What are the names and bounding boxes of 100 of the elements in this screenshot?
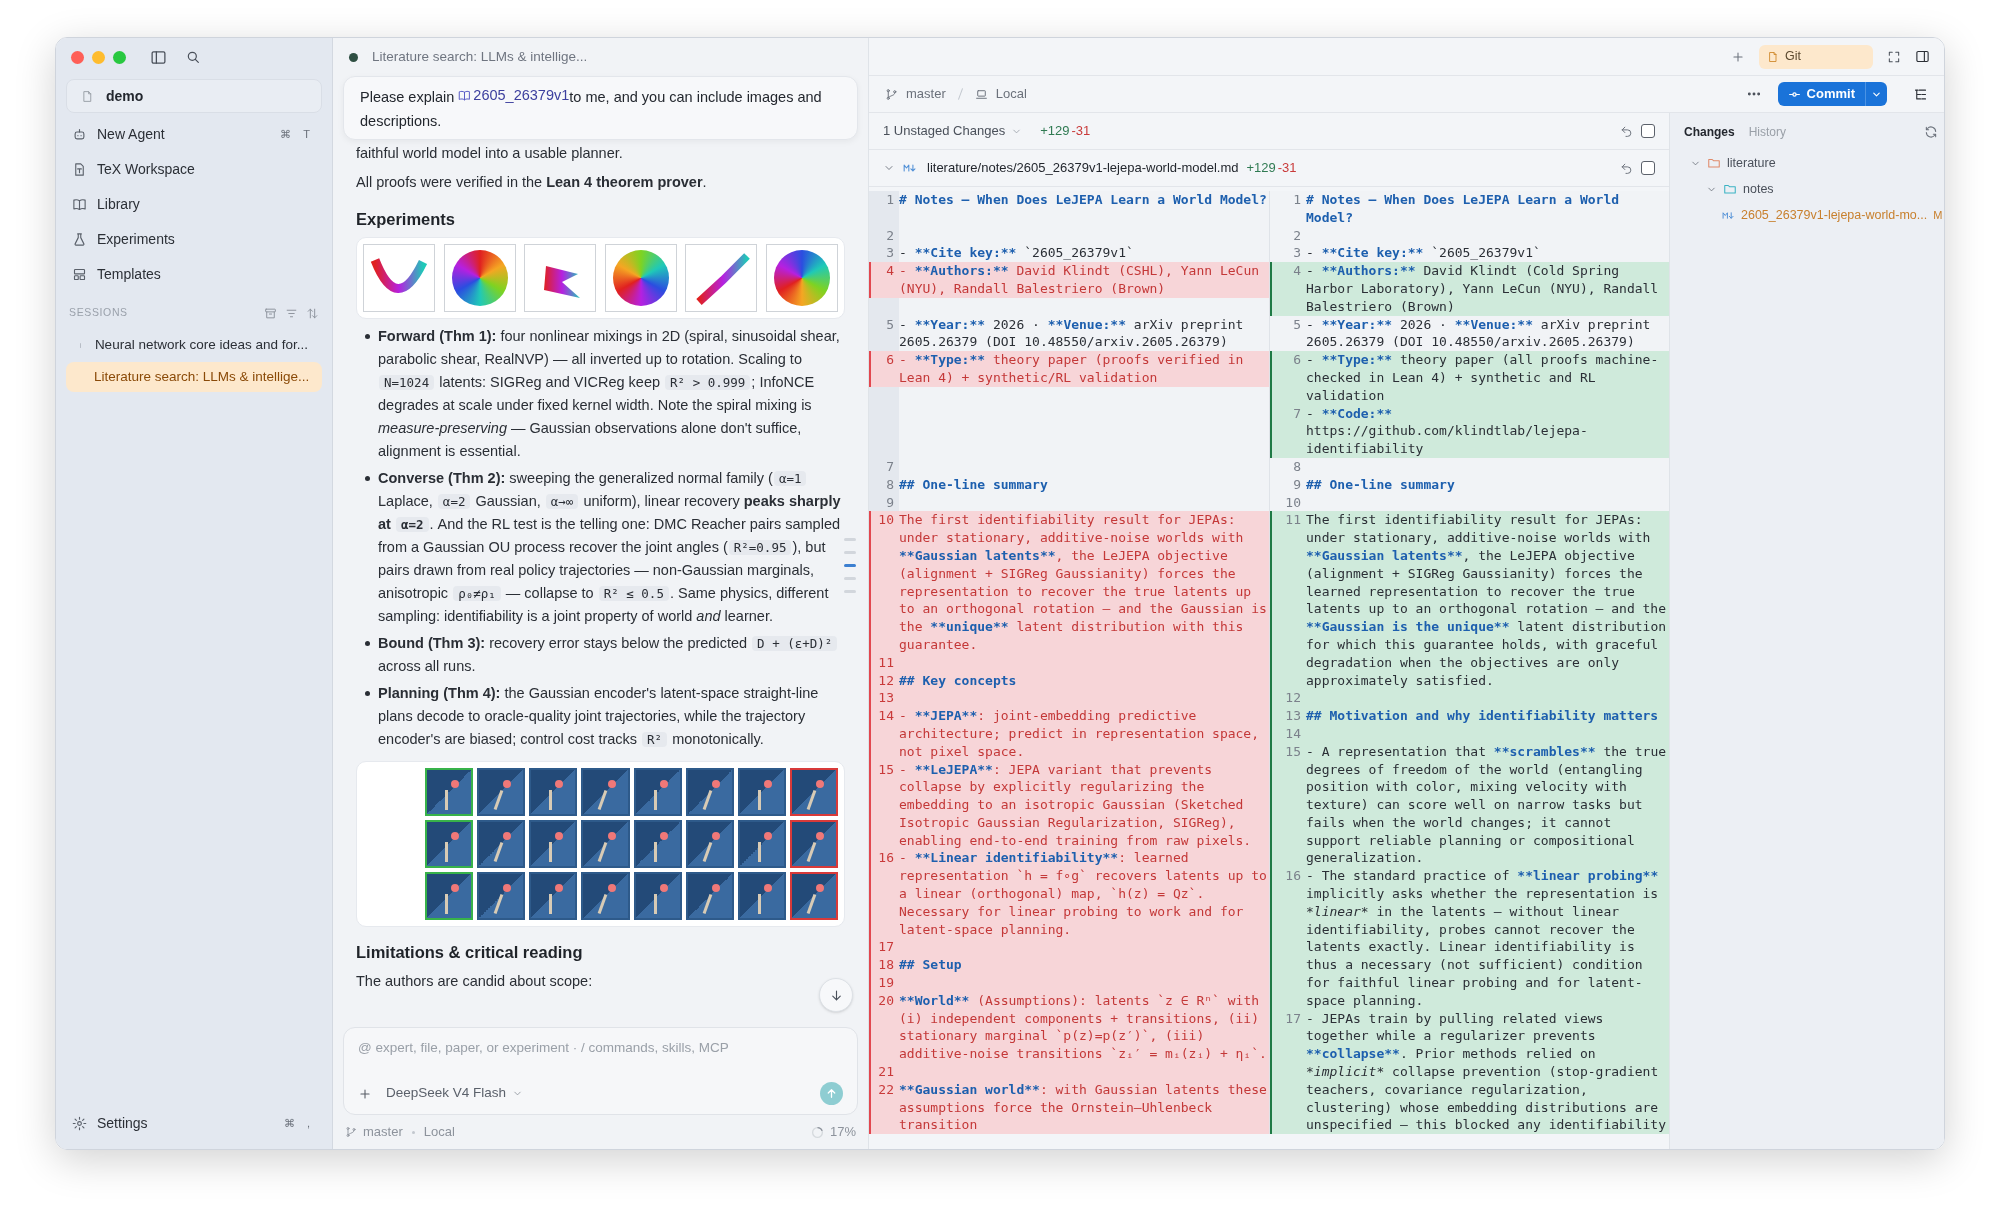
code-text: - The standard practice of **linear probing** implicitly asks whether the representation is *linear* in the latents — without linear identifiability, probes cannot recover the latents exactly. Linear identifiability is thus a necessary (not sufficient) condition for faithful linear probing and for latent-space planning.: [1306, 867, 1660, 1010]
line-number: 13: [1284, 707, 1302, 725]
removed-count: -31: [1277, 159, 1297, 178]
nav-item[interactable]: TeX Workspace: [56, 152, 332, 187]
line-number: 5: [1292, 315, 1302, 334]
workspace-button[interactable]: demo: [66, 79, 322, 113]
branch-icon: [345, 1126, 357, 1138]
archive-icon[interactable]: [264, 306, 277, 320]
nav-item[interactable]: New Agent ⌘ T: [56, 117, 332, 152]
settings-icon: [72, 1115, 87, 1131]
line-number: 1: [1292, 191, 1302, 209]
nav-item[interactable]: Experiments: [56, 222, 332, 257]
bullet-text: Bound (Thm 3): recovery error stays below the predicted D + (ε+D)² across all runs.: [378, 631, 845, 678]
line-number: 7: [1292, 404, 1302, 423]
code-text: The first identifiability result for JEPAs: under stationary, additive-noise worlds with **Gaussian latents**, the LeJEPA objective (alignment + SIGReg Gaussianity) forces the learned representation to recover the true latents up to an orthogonal rotation — and the **Gaussian is the unique** latent distribution for which this guarantee holds, with graceful degradation when the objectives are only approximately satisfied.: [1306, 511, 1668, 690]
folder-icon: [1723, 182, 1737, 196]
message-input[interactable]: @ expert, file, paper, or experiment · / commands, skills, MCP: [358, 1038, 843, 1059]
line-number: 19: [877, 974, 895, 992]
checkbox[interactable]: [1641, 161, 1655, 175]
shortcut-key: ⌘: [280, 126, 292, 143]
settings-button[interactable]: Settings ⌘ ,: [56, 1107, 332, 1139]
search-icon[interactable]: [185, 49, 201, 65]
sidebar-toggle-icon[interactable]: [150, 48, 167, 66]
add-tab-icon[interactable]: [1731, 49, 1745, 64]
line-number: 17: [877, 938, 895, 957]
line-number: 10: [877, 511, 895, 530]
line-number: 17: [1284, 1009, 1302, 1028]
branch-name[interactable]: master: [906, 84, 946, 104]
line-number: 13: [877, 689, 895, 708]
git-tab[interactable]: Git: [1759, 44, 1873, 69]
book-icon: [458, 88, 472, 102]
code-text: - **Type:** theory paper (all proofs machine-checked in Lean 4) + synthetic and RL validation: [1306, 351, 1660, 405]
shortcut-key: ⌘: [283, 1114, 295, 1132]
code-text: - **Year:** 2026 · **Venue:** arXiv preprint 2605.26379 (DOI 10.48550/arxiv.2605.26379): [899, 315, 1245, 352]
window-zoom-button[interactable]: [113, 50, 126, 64]
line-number: 16: [1284, 867, 1302, 886]
tree-view-icon[interactable]: [1913, 86, 1928, 102]
code-text: - **Linear identifiability**: learned representation `h = f∘g` recovers latents up to a linear (orthogonal) map, `h(z) = Qz`. Necessary for linear probing to work and for latent-space planning.: [899, 849, 1268, 939]
modified-status: M: [1933, 207, 1943, 223]
line-number: 9: [1292, 475, 1302, 494]
line-number: 2: [1292, 226, 1302, 245]
section-heading: Limitations & critical reading: [356, 941, 584, 963]
session-item[interactable]: Literature search: LLMs & intellige...: [66, 362, 322, 392]
line-number: 1: [885, 191, 895, 209]
line-number: 14: [877, 707, 895, 726]
layout-icon: [72, 267, 87, 282]
branch-icon: [885, 87, 898, 101]
bullet-text: Converse (Thm 2): sweeping the generalized normal family ( α=1 Laplace, α=2 Gaussian, α→∞ uniform), linear recovery peaks sharply at α=2 . And the RL test is the telling one: DMC Reacher pairs sampled from a Gaussian OU process recover the joint angles ( R²=0.95 ), but pairs drawn from real policy trajectories — non-Gaussian marginals, anisotropic ρ₀≠ρ₁ — collapse to R² ≤ 0.5 . Same physics, different sampling: identifiability is a joint property of world and learner.: [378, 468, 842, 626]
code-text: ## Motivation and why identifiability matters: [1306, 707, 1660, 725]
undo-icon[interactable]: [1620, 161, 1633, 175]
bullet-text: Forward (Thm 1): four nonlinear mixings in 2D (spiral, sinusoidal shear, parabolic shear, RealNVP) — all inverted up to rotation. Scaling to N=1024 latents: SIGReg and VICReg keep R² > 0.999 ; InfoNCE degrades at scale under fixed kernel width. Note the spiral mixing is measure-preserving — Gaussian observations alone don't suffice, alignment is essential.: [378, 326, 841, 461]
window-close-button[interactable]: [71, 50, 84, 64]
sort-icon[interactable]: [306, 306, 319, 320]
tree-item[interactable]: notes: [1670, 176, 1944, 202]
add-icon[interactable]: [358, 1086, 372, 1101]
location-label[interactable]: Local: [995, 84, 1027, 104]
scroll-minimap-drawing: [844, 538, 856, 593]
nav-item[interactable]: Templates: [56, 257, 332, 292]
line-number: 3: [885, 244, 895, 263]
unstaged-changes-toggle[interactable]: 1 Unstaged Changes: [883, 121, 1023, 141]
scroll-down-button[interactable]: [819, 978, 853, 1012]
folder-icon: [1707, 156, 1721, 170]
line-number: 6: [885, 351, 895, 370]
user-message: Please explain 2605_26379v1to me, and you can include images and descriptions.: [360, 83, 841, 133]
fullscreen-icon[interactable]: [1887, 49, 1901, 64]
panel-tab[interactable]: Changes: [1684, 122, 1735, 141]
undo-icon[interactable]: [1620, 124, 1633, 138]
line-number: 22: [877, 1080, 895, 1099]
code-text: - **Authors:** David Klindt (CSHL), Yann LeCun (NYU), Randall Balestriero (Brown): [899, 262, 1261, 298]
file-path[interactable]: literature/notes/2605_26379v1-lejepa-world-model.md: [927, 158, 1239, 178]
window-minimize-button[interactable]: [92, 50, 105, 64]
model-dropdown[interactable]: DeepSeek V4 Flash: [386, 1083, 524, 1104]
code-text: ## One-line summary: [1306, 475, 1456, 494]
line-number: 12: [1284, 689, 1302, 708]
panel-toggle-icon[interactable]: [1915, 49, 1930, 64]
bullet-text: Planning (Thm 4): the Gaussian encoder's latent-space straight-line plans decode to oracle-quality joint trajectories, while the trajectory encoder's are biased; control cost tracks R² monotonically.: [378, 683, 820, 749]
code-text: - **Year:** 2026 · **Venue:** arXiv preprint 2605.26379 (DOI 10.48550/arxiv.2605.26379): [1306, 315, 1652, 352]
refresh-icon[interactable]: [1924, 124, 1939, 139]
line-number: 15: [1284, 742, 1302, 761]
line-number: 3: [1292, 244, 1302, 263]
paper-link[interactable]: 2605_26379v1: [458, 83, 570, 107]
code-text: - **Type:** theory paper (proofs verified in Lean 4) + synthetic/RL validation: [899, 351, 1245, 387]
code-text: - **JEPA**: joint-embedding predictive architecture; predict in representation space, not pixel space.: [899, 707, 1261, 761]
code-text: - **LeJEPA**: JEPA variant that prevents collapse by explicitly regularizing the embedding to an isotropic Gaussian (Sketched Isotropic Gaussian Regularization, SIGReg), enabling end-to-end training from raw pixels.: [899, 760, 1253, 850]
send-button[interactable]: [820, 1082, 843, 1105]
checkbox[interactable]: [1641, 124, 1655, 138]
line-number: 20: [877, 991, 895, 1010]
code-text: - JEPAs train by pulling related views together while a regularizer prevents **collapse**. Prior methods relied on *implicit* collapse prevention (stop-gradient teachers, covariance regularization, clustering) whose embedding distributions are unspecified — this blocked any identifiability: [1306, 1009, 1668, 1135]
session-item[interactable]: Neural network core ideas and for...: [66, 330, 322, 360]
book-icon: [72, 197, 87, 212]
file-name: 2605_26379v1-lejepa-world-mo...: [1741, 206, 1928, 224]
tree-item[interactable]: literature: [1670, 150, 1944, 176]
added-count: +129: [1246, 159, 1276, 178]
paragraph: faithful world model into a usable planner.: [356, 143, 624, 163]
line-number: 15: [877, 760, 895, 779]
document-icon: [72, 162, 87, 177]
nav-item[interactable]: Library: [56, 187, 332, 222]
section-heading: Experiments: [356, 208, 457, 230]
code-text: # Notes — When Does LeJEPA Learn a World Model?: [899, 191, 1268, 209]
chat-title: Literature search: LLMs & intellige...: [372, 47, 588, 66]
